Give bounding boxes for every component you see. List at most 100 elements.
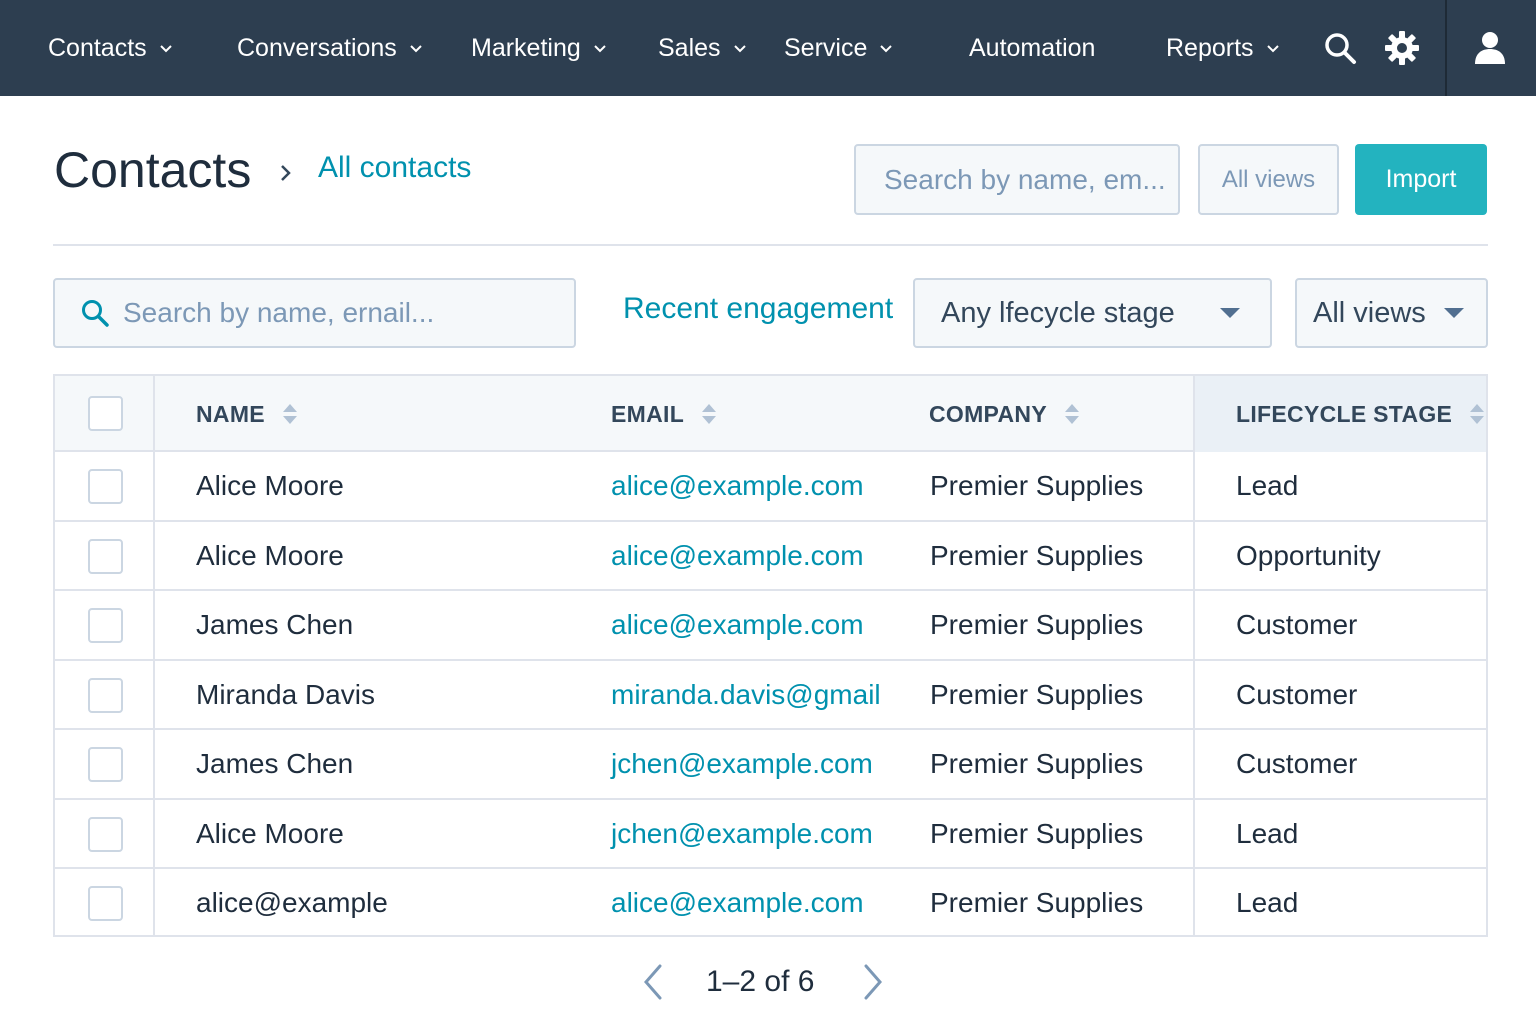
table-row[interactable]: Alice Moore alice@example.com Premier Su… bbox=[55, 522, 1486, 591]
search-icon bbox=[75, 293, 115, 333]
contact-company: Premier Supplies bbox=[930, 470, 1144, 501]
column-header-label: COMPANY bbox=[929, 400, 1047, 427]
gear-icon[interactable] bbox=[1380, 26, 1424, 70]
header-search-input[interactable]: Search by name, em... bbox=[854, 144, 1180, 215]
all-views-button[interactable]: All views bbox=[1198, 144, 1339, 215]
contact-company: Premier Supplies bbox=[930, 678, 1144, 710]
nav-divider bbox=[1445, 0, 1447, 96]
contacts-table: NAME EMAIL COMPANY LIFECYCLE STAGE Alice… bbox=[53, 374, 1488, 937]
table-row[interactable]: Miranda Davis miranda.davis@gmail Premie… bbox=[55, 661, 1486, 730]
contact-lifecycle-stage: Lead bbox=[1236, 817, 1299, 849]
column-header-company[interactable]: COMPANY bbox=[929, 376, 1079, 452]
previous-page-button[interactable] bbox=[638, 962, 668, 1002]
contact-name[interactable]: Alice Moore bbox=[196, 818, 344, 850]
column-header-name[interactable]: NAME bbox=[196, 376, 297, 452]
nav-item-label: Sales bbox=[658, 33, 721, 62]
row-checkbox[interactable] bbox=[88, 538, 123, 574]
contact-email[interactable]: alice@example.com bbox=[611, 540, 864, 572]
select-all-checkbox[interactable] bbox=[88, 396, 123, 431]
nav-item-label: Marketing bbox=[471, 33, 581, 62]
contact-company: Premier Supplies bbox=[930, 609, 1144, 640]
contact-email[interactable]: alice@example.com bbox=[611, 609, 864, 641]
caret-down-icon bbox=[1444, 308, 1464, 318]
contact-name[interactable]: Alice Moore bbox=[196, 540, 344, 572]
contact-name[interactable]: Miranda Davis bbox=[196, 679, 375, 711]
contact-company: Premier Supplies bbox=[930, 887, 1144, 918]
contact-search-input[interactable]: Search by name, ernail... bbox=[53, 278, 576, 348]
nav-item-reports[interactable]: Reports bbox=[1166, 0, 1280, 96]
nav-item-conversations[interactable]: Conversations bbox=[237, 0, 423, 96]
contact-company: Premier Supplies bbox=[930, 817, 1144, 849]
contact-name[interactable]: Alice Moore bbox=[196, 470, 344, 502]
nav-item-automation[interactable]: Automation bbox=[969, 0, 1095, 96]
header-divider bbox=[53, 244, 1488, 246]
import-button[interactable]: Import bbox=[1355, 144, 1487, 215]
dropdown-label: Any lfecycle stage bbox=[941, 296, 1175, 329]
recent-engagement-link[interactable]: Recent engagement bbox=[623, 292, 893, 326]
table-row[interactable]: Alice Moore jchen@example.com Premier Su… bbox=[55, 800, 1486, 869]
search-placeholder: Search by name, ernail... bbox=[123, 297, 435, 328]
dropdown-label: All views bbox=[1313, 296, 1426, 329]
row-checkbox[interactable] bbox=[88, 747, 123, 782]
column-divider bbox=[153, 376, 155, 935]
chevron-down-icon bbox=[733, 44, 747, 53]
contact-email[interactable]: alice@example.com bbox=[611, 470, 864, 502]
lifecycle-stage-dropdown[interactable]: Any lfecycle stage bbox=[913, 278, 1272, 348]
nav-item-marketing[interactable]: Marketing bbox=[471, 0, 607, 96]
contact-lifecycle-stage: Opportunity bbox=[1236, 539, 1381, 571]
chevron-down-icon bbox=[593, 44, 607, 53]
table-row[interactable]: Alice Moore alice@example.com Premier Su… bbox=[55, 452, 1486, 522]
page-title: Contacts bbox=[54, 142, 252, 198]
chevron-down-icon bbox=[879, 44, 893, 53]
column-header-label: LIFECYCLE STAGE bbox=[1236, 400, 1453, 427]
chevron-down-icon bbox=[409, 44, 423, 53]
contact-lifecycle-stage: Customer bbox=[1236, 678, 1358, 710]
row-checkbox[interactable] bbox=[88, 886, 123, 921]
nav-item-contacts[interactable]: Contacts bbox=[48, 0, 173, 96]
table-row[interactable]: James Chen alice@example.com Premier Sup… bbox=[55, 591, 1486, 661]
row-checkbox[interactable] bbox=[88, 608, 123, 643]
breadcrumb-all-contacts[interactable]: All contacts bbox=[318, 148, 471, 188]
nav-item-label: Automation bbox=[969, 33, 1096, 62]
chevron-down-icon bbox=[159, 44, 173, 53]
row-checkbox[interactable] bbox=[88, 469, 123, 504]
pagination-label: 1–2 of 6 bbox=[706, 965, 815, 998]
table-row[interactable]: James Chen jchen@example.com Premier Sup… bbox=[55, 730, 1486, 800]
contact-name[interactable]: James Chen bbox=[196, 609, 353, 641]
contact-email[interactable]: miranda.davis@gmail bbox=[611, 679, 881, 711]
column-header-email[interactable]: EMAIL bbox=[611, 376, 717, 452]
column-header-label: EMAIL bbox=[611, 400, 685, 427]
row-checkbox[interactable] bbox=[88, 677, 123, 713]
table-row[interactable]: alice@example alice@example.com Premier … bbox=[55, 869, 1486, 939]
column-header-label: NAME bbox=[196, 400, 265, 427]
top-nav: Contacts Conversations Marketing Sales S… bbox=[0, 0, 1536, 96]
contact-company: Premier Supplies bbox=[930, 748, 1144, 779]
contact-name[interactable]: alice@example bbox=[196, 887, 388, 919]
nav-item-label: Reports bbox=[1166, 33, 1254, 62]
chevron-down-icon bbox=[1266, 44, 1280, 53]
column-divider bbox=[1193, 376, 1195, 935]
contact-lifecycle-stage: Customer bbox=[1236, 609, 1358, 640]
nav-item-sales[interactable]: Sales bbox=[658, 0, 747, 96]
sort-icon bbox=[1064, 404, 1079, 424]
contact-lifecycle-stage: Lead bbox=[1236, 887, 1299, 918]
contact-email[interactable]: jchen@example.com bbox=[611, 748, 873, 780]
nav-item-label: Conversations bbox=[237, 33, 397, 62]
contact-email[interactable]: alice@example.com bbox=[611, 887, 864, 919]
sort-icon bbox=[1470, 404, 1485, 424]
nav-item-service[interactable]: Service bbox=[784, 0, 893, 96]
contact-email[interactable]: jchen@example.com bbox=[611, 818, 873, 850]
nav-item-label: Contacts bbox=[48, 33, 147, 62]
contact-lifecycle-stage: Lead bbox=[1236, 470, 1299, 501]
next-page-button[interactable] bbox=[858, 962, 888, 1002]
views-dropdown[interactable]: All views bbox=[1295, 278, 1488, 348]
contact-lifecycle-stage: Customer bbox=[1236, 748, 1358, 779]
nav-item-label: Service bbox=[784, 33, 868, 62]
sort-icon bbox=[702, 404, 717, 424]
sort-icon bbox=[282, 404, 297, 424]
contact-name[interactable]: James Chen bbox=[196, 748, 353, 780]
column-header-lifecycle-stage[interactable]: LIFECYCLE STAGE bbox=[1236, 376, 1485, 452]
user-icon[interactable] bbox=[1462, 24, 1518, 72]
search-icon[interactable] bbox=[1318, 26, 1362, 70]
row-checkbox[interactable] bbox=[88, 816, 123, 852]
